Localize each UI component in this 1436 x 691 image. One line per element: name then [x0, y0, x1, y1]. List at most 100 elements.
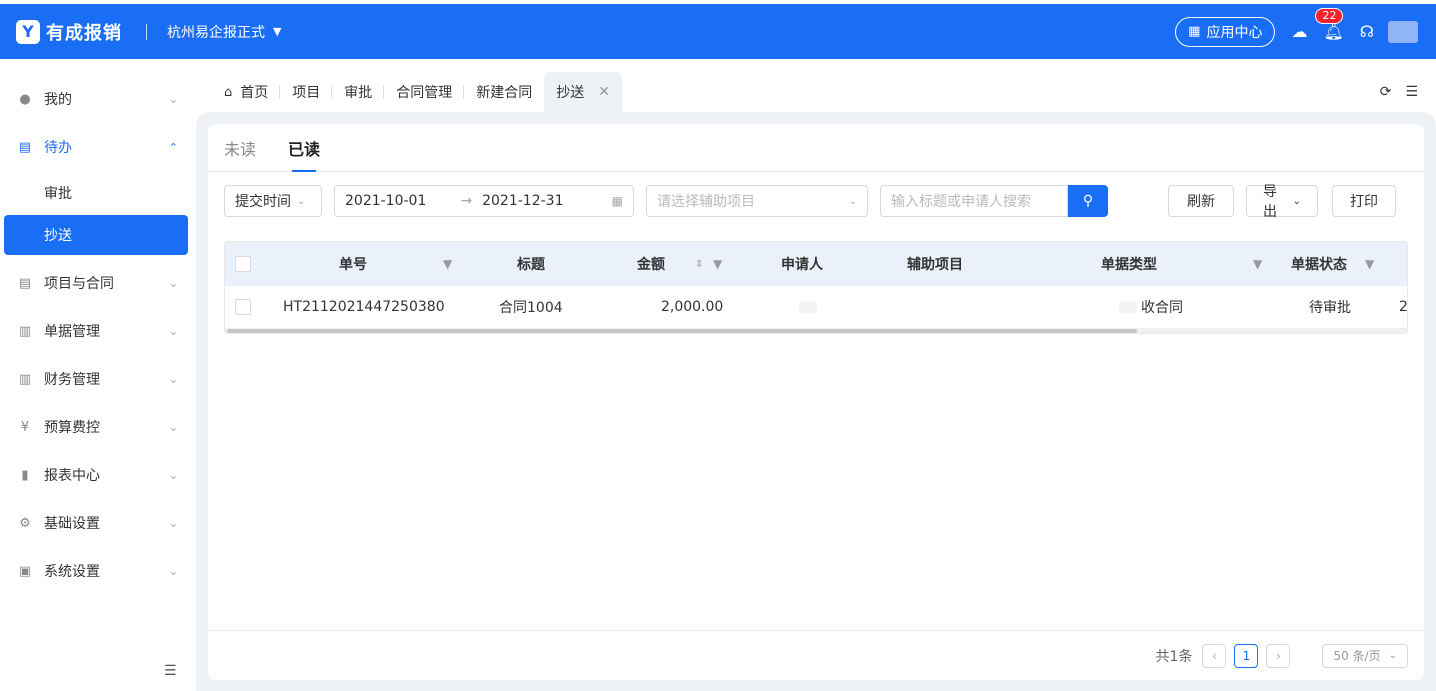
- refresh-icon[interactable]: ⟳: [1380, 84, 1392, 100]
- tab-label: 审批: [344, 85, 373, 101]
- tab-tools: ⟳ ☰: [1380, 84, 1418, 100]
- brand-name: 有成报销: [46, 22, 122, 44]
- time-type-select[interactable]: 提交时间 ⌄: [224, 185, 322, 217]
- row-checkbox[interactable]: [235, 286, 251, 328]
- home-icon: ⌂: [224, 84, 233, 100]
- caret-down-icon: ▼: [273, 25, 282, 38]
- top-bar: Y 有成报销 杭州易企报正式 ▼ ▦ 应用中心 ☁ 🔔︎ 22 ☊: [0, 4, 1436, 59]
- page-size-value: 50 条/页: [1333, 649, 1381, 663]
- page-button-current[interactable]: 1: [1234, 643, 1259, 668]
- avatar[interactable]: [1388, 20, 1418, 43]
- chevron-right-icon: ›: [1276, 648, 1281, 663]
- cloud-download-icon[interactable]: ☁: [1291, 22, 1307, 41]
- sidebar-item-mine[interactable]: ● 我的 ⌄: [0, 75, 196, 123]
- tab-label: 项目: [292, 85, 321, 101]
- bell-icon[interactable]: 🔔︎ 22: [1315, 8, 1344, 41]
- page-size-select[interactable]: 50 条/页 ⌄: [1322, 643, 1408, 668]
- menu-icon[interactable]: ☰: [1405, 84, 1418, 100]
- sidebar-item-basic-settings[interactable]: ⚙ 基础设置 ⌄: [0, 499, 196, 547]
- cell-amount: 2,000.00: [661, 299, 724, 315]
- cell-overflow: 2: [1399, 299, 1408, 315]
- budget-icon: ¥: [20, 419, 30, 435]
- sidebar-item-label: 我的: [44, 92, 72, 108]
- chevron-down-icon: ⌄: [168, 324, 178, 338]
- sidebar-item-label: 基础设置: [44, 516, 100, 532]
- next-page-button[interactable]: ›: [1266, 643, 1291, 668]
- time-type-value: 提交时间: [235, 194, 291, 210]
- export-button[interactable]: 导出 ⌄: [1246, 184, 1318, 220]
- app-center-button[interactable]: ▦ 应用中心: [1175, 16, 1276, 47]
- sidebar-subitem-cc[interactable]: 抄送: [4, 215, 188, 255]
- date-end[interactable]: 2021-12-31: [482, 193, 563, 209]
- total-count: 共1条: [1155, 648, 1193, 665]
- calendar-icon: ▦: [611, 194, 623, 208]
- notification-badge: 22: [1315, 8, 1344, 24]
- main-panel: 未读 已读 提交时间 ⌄ 2021-10-01 → 2021-12-31 ▦ 请…: [208, 124, 1424, 680]
- search-icon: ⚲: [1082, 193, 1094, 209]
- headset-icon[interactable]: ☊: [1360, 22, 1374, 41]
- tab-label: 新建合同: [476, 85, 533, 101]
- company-selector[interactable]: 杭州易企报正式 ▼: [167, 22, 281, 42]
- chevron-down-icon: ⌄: [168, 564, 178, 578]
- sidebar-item-finance[interactable]: ▥ 财务管理 ⌄: [0, 355, 196, 403]
- cell-title: 合同1004: [499, 300, 563, 316]
- sidebar-item-documents[interactable]: ▥ 单据管理 ⌄: [0, 307, 196, 355]
- chevron-down-icon: ⌄: [848, 195, 857, 207]
- gear-icon: ⚙: [19, 515, 31, 531]
- sidebar-subitem-approval[interactable]: 审批: [0, 171, 196, 215]
- refresh-button[interactable]: 刷新: [1168, 185, 1234, 217]
- select-all-checkbox[interactable]: [235, 242, 251, 286]
- cell-doc-status: 待审批: [1309, 300, 1351, 316]
- sidebar-item-reports[interactable]: ▮ 报表中心 ⌄: [0, 451, 196, 499]
- prev-page-button[interactable]: ‹: [1202, 643, 1227, 668]
- page-tabs: ⌂ 首页 项目 审批 合同管理 新建合同 抄送 ✕ ⟳ ☰: [196, 72, 1436, 112]
- date-start[interactable]: 2021-10-01: [345, 193, 426, 209]
- tab-home[interactable]: ⌂ 首页: [212, 72, 281, 112]
- horizontal-scrollbar[interactable]: [225, 328, 1407, 333]
- document-table: 单号 ▼ 标题 金额 ⇕ ▼ 申请人 辅助项目 单据类型 ▼ 单据状态 ▼ HT…: [224, 241, 1408, 334]
- chevron-down-icon: ⌄: [168, 92, 178, 106]
- tab-approval[interactable]: 审批: [332, 72, 385, 112]
- search-input[interactable]: 输入标题或申请人搜索: [880, 185, 1068, 217]
- tab-new-contract[interactable]: 新建合同: [464, 72, 544, 112]
- sidebar-item-projects-contracts[interactable]: ▤ 项目与合同 ⌄: [0, 259, 196, 307]
- col-applicant: 申请人: [781, 257, 823, 273]
- filter-icon[interactable]: ▼: [713, 242, 722, 286]
- cell-doc-type: 收合同: [1141, 300, 1183, 316]
- company-name: 杭州易企报正式: [167, 24, 265, 41]
- col-doc-status: 单据状态: [1291, 257, 1347, 273]
- sidebar-item-system-settings[interactable]: ▣ 系统设置 ⌄: [0, 547, 196, 595]
- logo[interactable]: Y 有成报销: [16, 19, 122, 45]
- export-label: 导出: [1263, 184, 1277, 220]
- chevron-down-icon: ⌄: [168, 420, 178, 434]
- cell-number[interactable]: HT2112021447250380: [283, 286, 445, 328]
- filter-icon[interactable]: ▼: [1365, 242, 1374, 286]
- date-range-picker[interactable]: 2021-10-01 → 2021-12-31 ▦: [334, 185, 634, 217]
- sort-icon[interactable]: ⇕: [695, 242, 703, 286]
- tab-contract-management[interactable]: 合同管理: [384, 72, 465, 112]
- user-icon: ●: [19, 91, 31, 107]
- aux-project-select[interactable]: 请选择辅助项目 ⌄: [646, 185, 868, 217]
- scrollbar-thumb[interactable]: [227, 329, 1137, 333]
- table-row[interactable]: HT2112021447250380 合同1004 2,000.00 收合同 待…: [225, 286, 1407, 328]
- chevron-up-icon: ⌃: [168, 140, 178, 154]
- filter-icon[interactable]: ▼: [443, 242, 452, 286]
- collapse-sidebar-icon[interactable]: ☰: [164, 663, 177, 679]
- close-icon[interactable]: ✕: [598, 84, 610, 100]
- sidebar-item-budget[interactable]: ¥ 预算费控 ⌄: [0, 403, 196, 451]
- tab-label: 抄送: [556, 85, 585, 101]
- tab-cc[interactable]: 抄送 ✕: [544, 72, 622, 112]
- divider: [146, 23, 147, 40]
- sidebar-item-todo[interactable]: ▤ 待办 ⌃: [0, 123, 196, 171]
- cell-applicant-redacted: [799, 286, 817, 328]
- print-button[interactable]: 打印: [1332, 185, 1396, 217]
- sidebar-item-label: 报表中心: [44, 468, 100, 484]
- col-number: 单号: [339, 257, 367, 273]
- sidebar-item-label: 财务管理: [44, 372, 100, 388]
- tab-project[interactable]: 项目: [280, 72, 333, 112]
- filter-icon[interactable]: ▼: [1253, 242, 1262, 286]
- tab-read[interactable]: 已读: [288, 124, 320, 172]
- tab-unread[interactable]: 未读: [224, 124, 256, 172]
- search-button[interactable]: ⚲: [1068, 185, 1108, 217]
- contract-icon: ▤: [18, 275, 32, 291]
